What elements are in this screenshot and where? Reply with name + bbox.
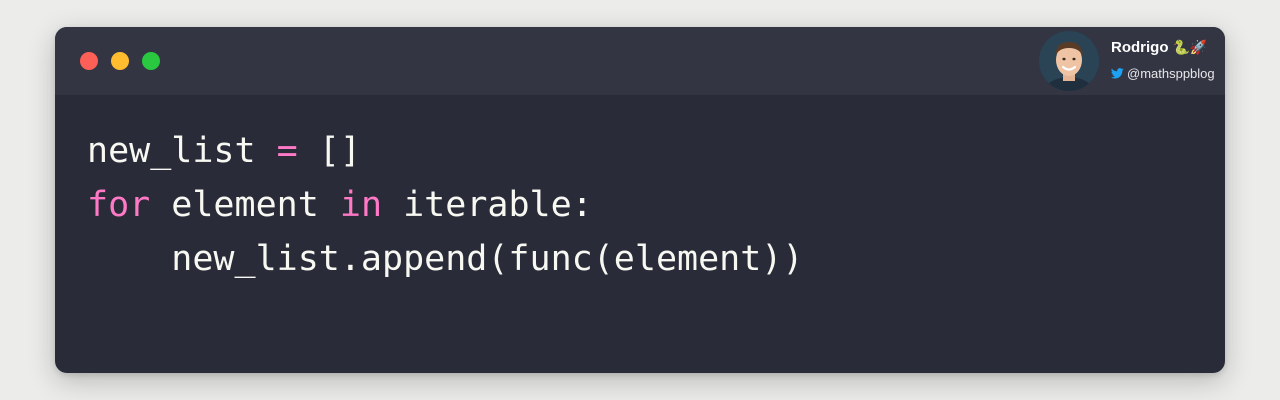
code-line-1: new_list = [] [87,124,803,178]
code-window: Rodrigo 🐍🚀 @mathsppblog new_list = [] for … [55,27,1225,373]
author-handle-row: @mathsppblog [1111,65,1215,81]
code-token: [] [297,131,361,171]
code-token: = [276,131,298,171]
twitter-bird-icon [1111,67,1124,78]
close-window-button[interactable] [80,52,98,70]
maximize-window-button[interactable] [142,52,160,70]
minimize-window-button[interactable] [111,52,129,70]
code-token: in [339,185,383,225]
author-emoji: 🐍🚀 [1172,39,1208,55]
code-block: new_list = [] for element in iterable: ne… [87,124,803,286]
code-token: for [87,185,151,225]
avatar-portrait [1039,31,1099,91]
author-name-text: Rodrigo [1111,39,1169,56]
author-avatar [1039,31,1099,91]
code-line-2: for element in iterable: [87,178,803,232]
author-name: Rodrigo 🐍🚀 [1111,39,1207,56]
code-line-3: new_list.append(func(element)) [87,232,803,286]
author-handle: @mathsppblog [1127,65,1215,81]
code-token: new_list [87,131,277,171]
code-token: element [150,185,340,225]
window-titlebar: Rodrigo 🐍🚀 @mathsppblog [55,27,1225,95]
code-token: new_list.append(func(element)) [87,239,804,279]
code-token: iterable: [382,185,593,225]
